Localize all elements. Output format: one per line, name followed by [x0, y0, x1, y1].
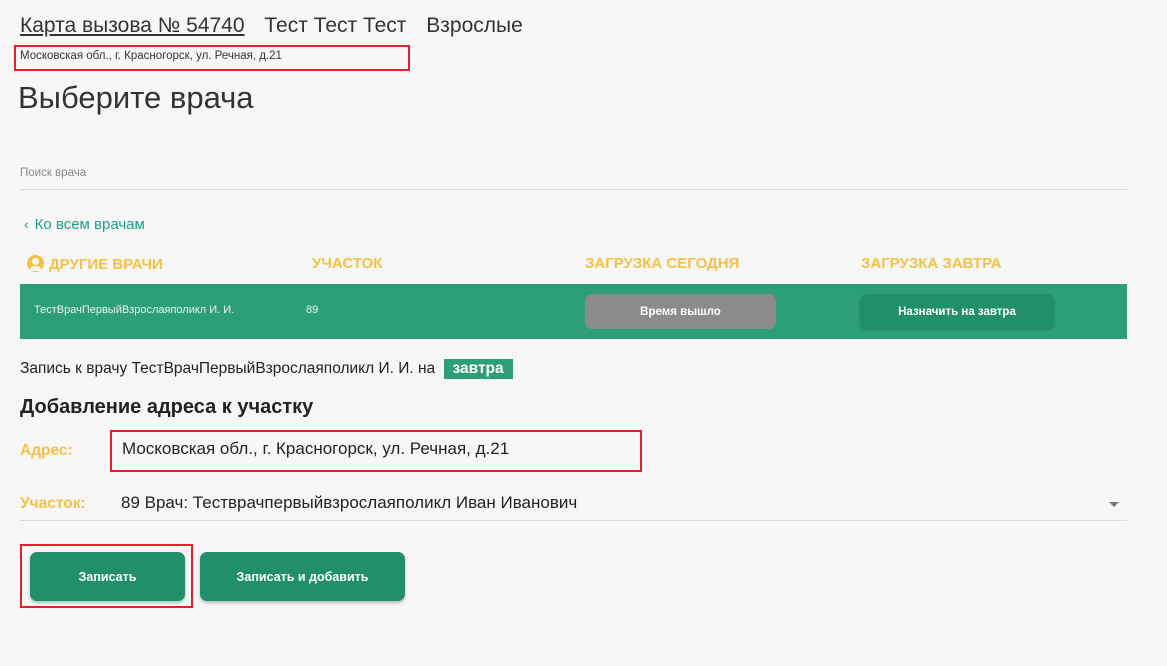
chevron-left-icon: ‹ — [24, 216, 29, 232]
district-label: Участок: — [20, 495, 86, 512]
appointment-summary: Запись к врачу ТестВрачПервыйВзрослаяпол… — [20, 359, 513, 379]
search-input[interactable] — [20, 165, 1127, 181]
save-and-add-button[interactable]: Записать и добавить — [200, 552, 405, 601]
back-to-all-doctors-link[interactable]: ‹ Ко всем врачам — [24, 216, 145, 233]
add-address-title: Добавление адреса к участку — [20, 396, 314, 418]
age-group: Взрослые — [426, 14, 523, 37]
appointment-day-badge: завтра — [443, 359, 513, 379]
card-header: Карта вызова № 54740 Тест Тест Тест Взро… — [20, 14, 537, 38]
highlight-address — [110, 430, 642, 472]
time-expired-button: Время вышло — [585, 294, 776, 329]
column-header-doctors: ДРУГИЕ ВРАЧИ — [27, 255, 163, 273]
table-row[interactable]: ТестВрачПервыйВзрослаяполикл И. И. 89 Вр… — [20, 284, 1127, 339]
doctor-search[interactable] — [20, 163, 1127, 190]
district-selected-value: 89 Врач: Теcтврачпервыйвзрослаяполикл Ив… — [121, 493, 578, 512]
highlight-save-button — [20, 544, 193, 608]
column-header-doctors-label: ДРУГИЕ ВРАЧИ — [49, 256, 163, 273]
card-number: Карта вызова № 54740 — [20, 14, 245, 37]
appointment-text: Запись к врачу ТестВрачПервыйВзрослаяпол… — [20, 360, 436, 377]
doctor-name-cell: ТестВрачПервыйВзрослаяполикл И. И. — [34, 304, 235, 316]
dropdown-caret-icon[interactable] — [1109, 502, 1119, 507]
assign-tomorrow-button[interactable]: Назначить на завтра — [860, 294, 1054, 329]
district-cell: 89 — [303, 304, 319, 316]
column-header-load-tomorrow: ЗАГРУЗКА ЗАВТРА — [861, 255, 1002, 272]
highlight-header-address — [14, 45, 410, 71]
district-select[interactable]: Участок: 89 Врач: Теcтврачпервыйвзрослая… — [20, 490, 1127, 521]
column-header-district: УЧАСТОК — [312, 255, 383, 272]
user-circle-icon — [27, 255, 44, 272]
patient-name: Тест Тест Тест — [264, 14, 407, 37]
back-link-label: Ко всем врачам — [34, 216, 145, 233]
address-label: Адрес: — [20, 442, 73, 459]
page-title: Выберите врача — [18, 80, 254, 115]
column-header-load-today: ЗАГРУЗКА СЕГОДНЯ — [585, 255, 740, 272]
